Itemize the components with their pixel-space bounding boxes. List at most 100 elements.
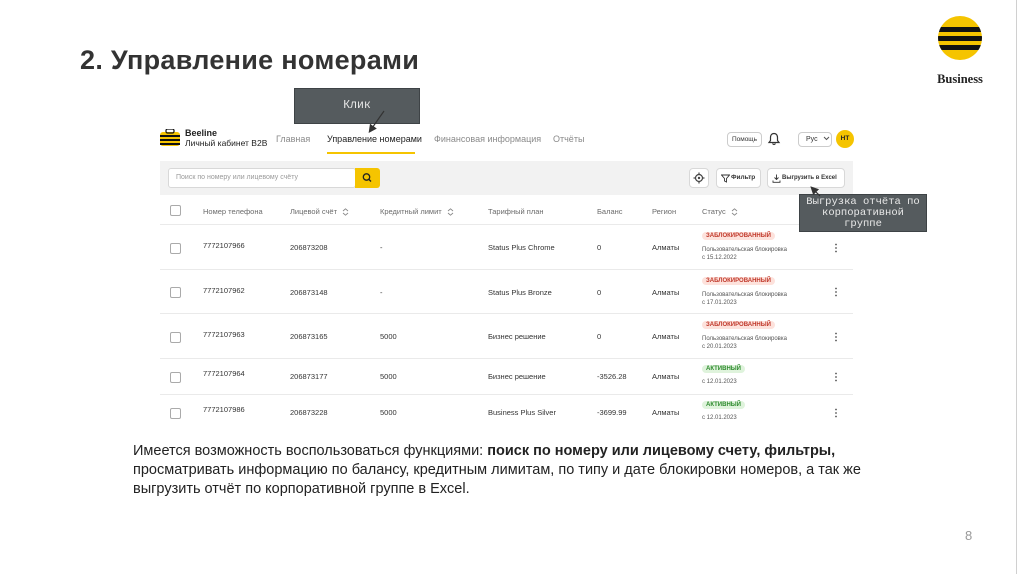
- status-badge: АКТИВНЫЙ: [702, 401, 745, 409]
- tariff-plan: Status Plus Chrome: [488, 243, 555, 252]
- row-menu-icon[interactable]: [834, 372, 838, 382]
- col-status-label: Статус: [702, 207, 726, 216]
- chevron-down-icon: [823, 136, 829, 141]
- region: Алматы: [652, 288, 680, 297]
- status-badge: ЗАБЛОКИРОВАННЫЙ: [702, 232, 775, 240]
- notification-bell-icon[interactable]: [767, 132, 781, 146]
- search-input[interactable]: Поиск по номеру или лицевому счёту: [168, 168, 356, 188]
- table-row[interactable]: 7772107966 206873208 - Status Plus Chrome 0 А…: [160, 224, 853, 269]
- brand-label: Business: [937, 72, 983, 86]
- tariff-plan: Business Plus Silver: [488, 408, 556, 417]
- account-number: 206873148: [290, 288, 328, 297]
- select-all-checkbox[interactable]: [170, 205, 181, 216]
- table-row[interactable]: 7772107964 206873177 5000 Бизнес решение -35…: [160, 358, 853, 394]
- balance: 0: [597, 243, 602, 252]
- region: Алматы: [652, 243, 680, 252]
- nav-financial-info[interactable]: Финансовая информация: [434, 134, 541, 144]
- credit-limit: 5000: [380, 332, 397, 341]
- credit-limit: 5000: [380, 372, 397, 381]
- table-row[interactable]: 7772107962 206873148 - Status Plus Bronze 0 А…: [160, 269, 853, 313]
- col-balance[interactable]: Баланс: [597, 207, 623, 216]
- help-button[interactable]: Помощь: [727, 132, 762, 147]
- row-menu-icon[interactable]: [834, 332, 838, 342]
- credit-limit: -: [380, 288, 383, 297]
- app-screenshot: Beeline Личный кабинет B2B Главная Управ…: [160, 124, 854, 432]
- status-date: с 17.01.2023: [702, 300, 737, 306]
- balance: 0: [597, 332, 602, 341]
- description-bold: поиск по номеру или лицевому счету, филь…: [487, 443, 836, 459]
- account-number: 206873177: [290, 372, 328, 381]
- credit-limit: -: [380, 243, 383, 252]
- description: Имеется возможность воспользоваться функ…: [133, 442, 913, 499]
- status-date: с 15.12.2022: [702, 255, 737, 261]
- col-tariff[interactable]: Тарифный план: [488, 207, 544, 216]
- filter-button[interactable]: Фильтр: [716, 168, 761, 188]
- beeline-logo-icon: [938, 16, 982, 60]
- region: Алматы: [652, 408, 680, 417]
- slide-title: 2. Управление номерами: [80, 45, 420, 75]
- balance: -3526.28: [597, 372, 627, 381]
- slide-border: [1016, 0, 1017, 574]
- row-checkbox[interactable]: [170, 331, 181, 343]
- col-account[interactable]: Лицевой счёт: [290, 207, 349, 216]
- language-label: Рус: [806, 136, 818, 143]
- nav-home[interactable]: Главная: [276, 134, 310, 144]
- phone-number[interactable]: 7772107966: [203, 241, 245, 250]
- col-phone[interactable]: Номер телефона: [203, 207, 263, 216]
- phone-number[interactable]: 7772107963: [203, 330, 245, 339]
- status-badge: ЗАБЛОКИРОВАННЫЙ: [702, 321, 775, 329]
- col-credit-limit[interactable]: Кредитный лимит: [380, 207, 454, 216]
- nav-number-management[interactable]: Управление номерами: [327, 134, 422, 144]
- active-nav-indicator: [327, 152, 415, 154]
- language-select[interactable]: Рус: [798, 132, 832, 147]
- phone-number[interactable]: 7772107964: [203, 369, 245, 378]
- status-date: с 12.01.2023: [702, 415, 737, 421]
- table-row[interactable]: 7772107963 206873165 5000 Бизнес решение 0 Ал…: [160, 313, 853, 358]
- description-rest: просматривать информацию по балансу, кре…: [133, 462, 861, 497]
- row-checkbox[interactable]: [170, 287, 181, 298]
- account-number: 206873228: [290, 408, 328, 417]
- status-date: с 12.01.2023: [702, 379, 737, 385]
- row-checkbox[interactable]: [170, 372, 181, 383]
- page-number: 8: [965, 528, 973, 543]
- account-number: 206873165: [290, 332, 328, 341]
- sort-icon: [342, 208, 349, 216]
- search-icon: [362, 173, 372, 182]
- region: Алматы: [652, 332, 680, 341]
- app-logo-sub: Личный кабинет B2B: [185, 137, 268, 148]
- export-callout: Выгрузка отчёта по корпоративной группе: [799, 194, 927, 232]
- nav-reports[interactable]: Отчёты: [553, 134, 584, 144]
- row-checkbox[interactable]: [170, 408, 181, 419]
- status-badge: АКТИВНЫЙ: [702, 365, 745, 373]
- app-name: Beeline Личный кабинет B2B: [185, 128, 268, 148]
- row-checkbox[interactable]: [170, 242, 181, 254]
- user-avatar[interactable]: НТ: [836, 130, 854, 148]
- balance: -3699.99: [597, 408, 627, 417]
- table-row[interactable]: 7772107986 206873228 5000 Business Plus Sil…: [160, 394, 853, 430]
- filter-icon: [721, 174, 730, 183]
- download-icon: [772, 174, 781, 183]
- col-status[interactable]: Статус: [702, 207, 738, 216]
- block-type: Пользовательская блокировка: [702, 247, 787, 253]
- phone-number[interactable]: 7772107986: [203, 405, 245, 414]
- search-button[interactable]: [355, 168, 380, 188]
- balance: 0: [597, 288, 602, 297]
- sort-icon: [447, 208, 454, 216]
- export-label: Выгрузить в Excel: [782, 175, 837, 181]
- status-badge: ЗАБЛОКИРОВАННЫЙ: [702, 277, 775, 285]
- sort-icon: [731, 208, 738, 216]
- export-excel-button[interactable]: Выгрузить в Excel: [767, 168, 845, 188]
- top-navigation: Beeline Личный кабинет B2B Главная Управ…: [160, 124, 854, 154]
- row-menu-icon[interactable]: [834, 287, 838, 297]
- tariff-plan: Бизнес решение: [488, 332, 546, 341]
- gear-icon: [693, 172, 705, 184]
- col-credit-limit-label: Кредитный лимит: [380, 207, 442, 216]
- status-date: с 20.01.2023: [702, 344, 737, 350]
- settings-button[interactable]: [689, 168, 709, 188]
- row-menu-icon[interactable]: [834, 408, 838, 418]
- table-header: Номер телефона Лицевой счёт Кредитный ли…: [160, 199, 853, 223]
- row-menu-icon[interactable]: [834, 243, 838, 253]
- description-lead: Имеется возможность воспользоваться функ…: [133, 443, 488, 459]
- col-region[interactable]: Регион: [652, 207, 676, 216]
- phone-number[interactable]: 7772107962: [203, 286, 245, 295]
